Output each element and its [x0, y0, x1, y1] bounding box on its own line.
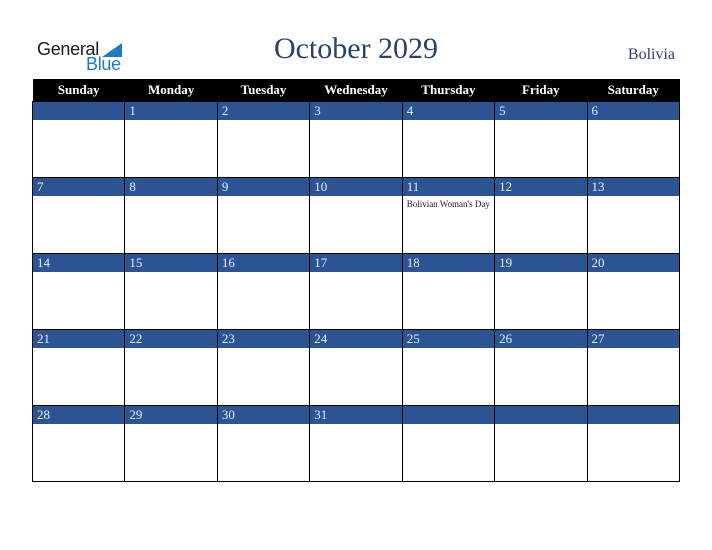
day-number: 31 [310, 406, 402, 424]
day-cell[interactable]: 24 [309, 329, 403, 406]
day-number: 25 [402, 330, 495, 348]
day-number: 15 [125, 254, 217, 272]
day-cell[interactable] [494, 405, 588, 482]
weekday-header-row: Sunday Monday Tuesday Wednesday Thursday… [32, 79, 680, 102]
weekday-wednesday: Wednesday [309, 79, 403, 102]
day-cell[interactable]: 10 [309, 177, 403, 254]
day-number: 13 [587, 178, 679, 196]
day-cell[interactable]: 11 Bolivian Woman's Day [401, 177, 496, 254]
day-cell[interactable]: 28 [31, 405, 126, 482]
day-cell[interactable]: 2 [216, 101, 311, 178]
day-cell[interactable]: 20 [586, 253, 681, 330]
holiday-event: Bolivian Woman's Day [406, 199, 490, 209]
calendar-grid: Sunday Monday Tuesday Wednesday Thursday… [31, 79, 681, 482]
day-cell[interactable]: 5 [494, 101, 588, 178]
day-number: 16 [217, 254, 310, 272]
day-cell[interactable]: 30 [216, 405, 311, 482]
day-number: 20 [587, 254, 679, 272]
day-number [587, 406, 679, 424]
day-number: 14 [33, 254, 125, 272]
day-cell[interactable]: 4 [401, 101, 496, 178]
day-number: 30 [217, 406, 310, 424]
day-cell[interactable]: 25 [401, 329, 496, 406]
day-cell[interactable]: 31 [309, 405, 403, 482]
day-number [402, 406, 495, 424]
weekday-tuesday: Tuesday [217, 79, 310, 102]
day-cell[interactable]: 1 [124, 101, 218, 178]
weekday-friday: Friday [494, 79, 588, 102]
day-number: 28 [33, 406, 125, 424]
week-row: 7 8 9 10 11 Bolivian Woman's Day 12 13 [31, 177, 681, 254]
week-row: 14 15 16 17 18 19 20 [31, 253, 681, 330]
day-cell[interactable]: 29 [124, 405, 218, 482]
day-cell[interactable] [586, 405, 681, 482]
weekday-thursday: Thursday [402, 79, 495, 102]
day-cell[interactable]: 6 [586, 101, 681, 178]
day-cell[interactable] [31, 101, 126, 178]
day-number: 6 [587, 102, 679, 120]
day-number: 12 [495, 178, 587, 196]
day-cell[interactable]: 12 [494, 177, 588, 254]
weekday-monday: Monday [124, 79, 218, 102]
day-number: 27 [587, 330, 679, 348]
day-number: 29 [125, 406, 217, 424]
day-number: 4 [402, 102, 495, 120]
day-cell[interactable]: 22 [124, 329, 218, 406]
day-number: 24 [310, 330, 402, 348]
day-cell[interactable]: 8 [124, 177, 218, 254]
day-cell[interactable]: 23 [216, 329, 311, 406]
day-number: 9 [217, 178, 310, 196]
day-cell[interactable]: 15 [124, 253, 218, 330]
day-cell[interactable]: 7 [31, 177, 126, 254]
day-cell[interactable] [401, 405, 496, 482]
calendar-title: October 2029 [273, 32, 439, 65]
day-number: 26 [495, 330, 587, 348]
day-cell[interactable]: 13 [586, 177, 681, 254]
day-number: 23 [217, 330, 310, 348]
day-cell[interactable]: 16 [216, 253, 311, 330]
day-number: 10 [310, 178, 402, 196]
day-number: 19 [495, 254, 587, 272]
day-number [33, 102, 125, 120]
day-cell[interactable]: 19 [494, 253, 588, 330]
day-cell[interactable]: 9 [216, 177, 311, 254]
day-number: 22 [125, 330, 217, 348]
day-number: 3 [310, 102, 402, 120]
day-cell[interactable]: 14 [31, 253, 126, 330]
day-number: 11 [402, 178, 495, 196]
day-cell[interactable]: 26 [494, 329, 588, 406]
day-cell[interactable]: 3 [309, 101, 403, 178]
day-number: 8 [125, 178, 217, 196]
day-number: 7 [33, 178, 125, 196]
day-number: 5 [495, 102, 587, 120]
day-cell[interactable]: 18 [401, 253, 496, 330]
day-number: 18 [402, 254, 495, 272]
day-number: 21 [33, 330, 125, 348]
week-row: 28 29 30 31 [31, 405, 681, 482]
day-cell[interactable]: 27 [586, 329, 681, 406]
day-cell[interactable]: 21 [31, 329, 126, 406]
week-row: 123456 [31, 101, 681, 178]
day-number: 17 [310, 254, 402, 272]
day-number: 2 [217, 102, 310, 120]
country-label: Bolivia [627, 46, 675, 63]
day-cell[interactable]: 17 [309, 253, 403, 330]
weekday-sunday: Sunday [32, 79, 125, 102]
day-number [495, 406, 587, 424]
weekday-saturday: Saturday [587, 79, 680, 102]
day-number: 1 [125, 102, 217, 120]
week-row: 21 22 23 24 25 26 27 [31, 329, 681, 406]
